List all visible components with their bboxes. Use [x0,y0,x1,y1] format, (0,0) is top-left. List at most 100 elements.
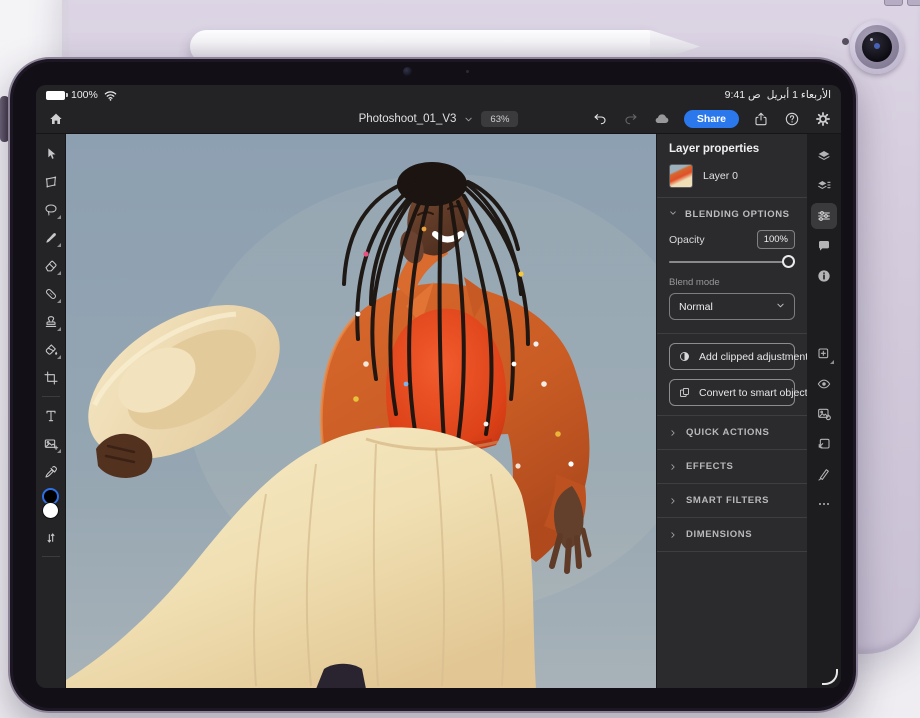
opacity-label: Opacity [669,234,705,246]
panel-title: Layer properties [669,143,795,155]
lasso-tool[interactable] [39,197,63,222]
layer-row[interactable]: Layer 0 [669,164,795,188]
properties-icon[interactable] [811,203,837,229]
document-title[interactable]: Photoshoot_01_V3 [359,113,457,125]
chevron-down-icon [776,301,785,313]
battery-percent: 100% [71,89,98,101]
section-effects[interactable]: EFFECTS [669,450,795,483]
zoom-level-badge[interactable]: 63% [481,111,518,127]
front-ipad-body: 100% 9:41 ص الأربعاء 1 أبريل Photoshoot_… [8,57,858,713]
section-quick-actions[interactable]: QUICK ACTIONS [669,416,795,449]
home-button[interactable] [45,108,67,130]
convert-smart-object-button-label: Convert to smart object [699,387,808,399]
chevron-down-icon [669,209,677,220]
visibility-icon[interactable] [811,371,837,397]
app-toolbar: Photoshoot_01_V3 63% Share [36,105,841,134]
blend-mode-value: Normal [679,301,713,313]
eraser-tool[interactable] [39,253,63,278]
adjustment-layer-icon[interactable] [811,401,837,427]
front-mic-dot [466,70,469,73]
section-smart-filters[interactable]: SMART FILTERS [669,484,795,517]
blending-options-label: BLENDING OPTIONS [685,209,790,220]
section-dimensions[interactable]: DIMENSIONS [669,518,795,551]
type-tool[interactable] [39,403,63,428]
opacity-slider-knob[interactable] [782,255,795,268]
opacity-slider[interactable] [669,255,795,269]
rear-camera-glint [874,43,880,49]
front-camera [403,67,412,76]
layer-name: Layer 0 [703,170,738,182]
status-date: الأربعاء 1 أبريل [767,89,831,101]
color-swatches[interactable] [39,488,63,521]
info-icon[interactable] [811,263,837,289]
rear-camera-spec [870,38,873,41]
opacity-value-field[interactable]: 100% [757,230,795,249]
transform-tool[interactable] [39,169,63,194]
rear-mic-dot [842,38,849,45]
section-smart-filters-label: SMART FILTERS [686,495,769,506]
clip-mask-icon[interactable] [811,431,837,457]
add-clipped-adjustment-button[interactable]: Add clipped adjustment [669,343,795,370]
tool-divider [42,556,60,557]
title-chevron-down-icon[interactable] [464,115,473,124]
cloud-sync-icon[interactable] [653,110,671,128]
tool-submenu-indicator [57,299,61,303]
section-quick-actions-label: QUICK ACTIONS [686,427,769,438]
healing-tool[interactable] [39,281,63,306]
clone-stamp-tool[interactable] [39,309,63,334]
opacity-slider-track [669,261,795,263]
status-bar: 100% 9:41 ص الأربعاء 1 أبريل [36,85,841,105]
layer-mask-icon[interactable] [811,461,837,487]
more-icon[interactable] [811,491,837,517]
tool-submenu-indicator [57,355,61,359]
comments-icon[interactable] [811,233,837,259]
canvas-photo [66,134,656,688]
right-icon-rail [807,134,841,688]
redo-icon [622,110,640,128]
section-effects-label: EFFECTS [686,461,733,472]
rear-camera-ring [855,25,899,69]
tool-submenu-indicator [830,360,834,364]
canvas[interactable] [66,134,656,688]
undo-icon[interactable] [591,110,609,128]
tool-submenu-indicator [57,243,61,247]
wifi-icon [104,90,117,101]
rear-volume-down-button [907,0,920,6]
blending-options-header[interactable]: BLENDING OPTIONS [669,198,795,229]
fill-tool[interactable] [39,337,63,362]
layer-thumbnail[interactable] [669,164,693,188]
settings-gear-icon[interactable] [814,110,832,128]
rear-volume-up-button [884,0,903,6]
convert-smart-object-button[interactable]: Convert to smart object [669,379,795,406]
help-icon[interactable] [783,110,801,128]
share-button[interactable]: Share [684,110,739,129]
blend-mode-label: Blend mode [669,277,795,288]
move-tool[interactable] [39,141,63,166]
tool-rail [36,134,66,688]
swap-colors-tool[interactable] [39,525,63,550]
screen: 100% 9:41 ص الأربعاء 1 أبريل Photoshoot_… [36,85,841,688]
crop-tool[interactable] [39,365,63,390]
add-clipped-adjustment-button-label: Add clipped adjustment [699,351,808,363]
add-layer-icon[interactable] [811,341,837,367]
share-sheet-icon[interactable] [752,110,770,128]
tool-divider [42,396,60,397]
place-photo-tool[interactable] [39,431,63,456]
tool-submenu-indicator [57,215,61,219]
tool-submenu-indicator [57,271,61,275]
background-color-swatch[interactable] [42,502,59,519]
layer-stack-icon[interactable] [811,173,837,199]
battery-icon [46,91,65,100]
rear-camera-lens [862,32,892,62]
divider [657,551,807,552]
status-time: 9:41 ص [725,89,761,101]
brush-tool[interactable] [39,225,63,250]
blend-mode-select[interactable]: Normal [669,293,795,320]
layers-icon[interactable] [811,143,837,169]
eyedropper-tool[interactable] [39,459,63,484]
section-dimensions-label: DIMENSIONS [686,529,752,540]
layer-properties-panel: Layer properties Layer 0 BLENDING OPTION… [656,134,807,688]
rear-camera [850,20,904,74]
tool-submenu-indicator [57,449,61,453]
tool-submenu-indicator [57,327,61,331]
